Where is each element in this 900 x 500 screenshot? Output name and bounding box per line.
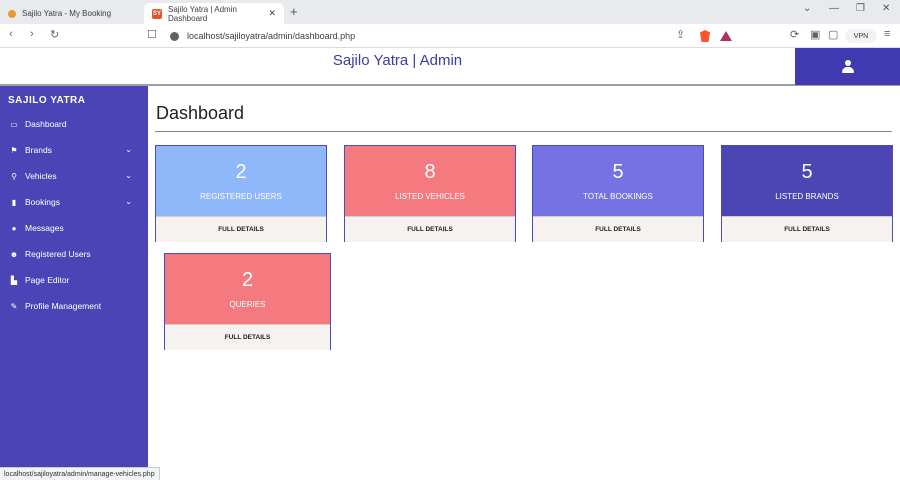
sidebar-item-page-editor[interactable]: ▙ Page Editor	[0, 270, 148, 290]
sidebar-item-label: Vehicles	[25, 171, 57, 181]
full-details-link[interactable]: FULL DETAILS	[533, 216, 703, 242]
close-window-button[interactable]: ✕	[882, 3, 890, 14]
app-header: Sajilo Yatra | Admin	[0, 48, 900, 86]
tab-title: Sajilo Yatra | Admin Dashboard	[168, 4, 237, 23]
card-body: 5 TOTAL BOOKINGS	[533, 146, 703, 216]
edit-icon: ✎	[10, 301, 18, 311]
sidebar-toggle-icon[interactable]: ▣	[810, 28, 820, 41]
full-details-link[interactable]: FULL DETAILS	[345, 216, 515, 242]
wallet-icon[interactable]: ▢	[828, 28, 838, 41]
card-body: 5 LISTED BRANDS	[722, 146, 892, 216]
address-bar[interactable]: localhost/sajiloyatra/admin/dashboard.ph…	[170, 27, 740, 45]
card-label: REGISTERED USERS	[200, 192, 282, 201]
title-divider	[155, 131, 892, 132]
maximize-button[interactable]: ❐	[856, 3, 865, 14]
flag-icon: ⚑	[10, 145, 18, 155]
tab-search-chevron-icon[interactable]: ⌄	[803, 3, 811, 14]
stat-card-registered-users: 2 REGISTERED USERS FULL DETAILS	[155, 145, 327, 242]
reload-icon[interactable]: ↻	[50, 28, 59, 41]
minimize-button[interactable]: —	[829, 3, 839, 14]
sidebar-item-messages[interactable]: ● Messages	[0, 218, 148, 238]
site-info-icon[interactable]	[170, 31, 179, 41]
stat-card-total-bookings: 5 TOTAL BOOKINGS FULL DETAILS	[532, 145, 704, 242]
browser-toolbar: ‹ › ↻ ☐ localhost/sajiloyatra/admin/dash…	[0, 24, 900, 48]
stat-card-listed-brands: 5 LISTED BRANDS FULL DETAILS	[721, 145, 893, 242]
card-value: 5	[612, 161, 624, 183]
browser-tab-admin-dashboard[interactable]: SY Sajilo Yatra | Admin Dashboard ✕	[144, 3, 284, 24]
sidebar-item-registered-users[interactable]: ☻ Registered Users	[0, 244, 148, 264]
share-icon[interactable]: ⇪	[676, 28, 685, 41]
card-value: 8	[424, 161, 436, 183]
chevron-down-icon: ⌄	[125, 171, 132, 180]
card-body: 2 QUERIES	[165, 254, 330, 324]
back-icon[interactable]: ‹	[9, 28, 13, 40]
sidebar-item-profile-management[interactable]: ✎ Profile Management	[0, 296, 148, 316]
sidebar-item-label: Messages	[25, 223, 64, 233]
book-icon: ▮	[11, 197, 17, 207]
stat-card-listed-vehicles: 8 LISTED VEHICLES FULL DETAILS	[344, 145, 516, 242]
sidebar-item-brands[interactable]: ⚑ Brands ⌄	[0, 140, 148, 160]
brave-rewards-icon[interactable]	[720, 31, 732, 41]
stat-card-queries: 2 QUERIES FULL DETAILS	[164, 253, 331, 350]
sidebar-item-label: Registered Users	[25, 249, 91, 259]
full-details-link[interactable]: FULL DETAILS	[722, 216, 892, 242]
user-menu-button[interactable]	[795, 48, 900, 85]
browser-tab-my-booking[interactable]: Sajilo Yatra - My Booking	[0, 3, 142, 24]
full-details-link[interactable]: FULL DETAILS	[165, 324, 330, 350]
vpn-label: VPN	[853, 32, 869, 40]
card-label: QUERIES	[229, 300, 266, 309]
close-tab-icon[interactable]: ✕	[268, 8, 276, 19]
chevron-down-icon: ⌄	[125, 197, 132, 206]
bookmark-icon[interactable]: ☐	[147, 28, 157, 41]
menu-icon[interactable]: ≡	[884, 28, 890, 40]
new-tab-button[interactable]: +	[290, 4, 298, 19]
file-edit-icon: ▙	[10, 275, 18, 285]
sidebar-item-vehicles[interactable]: ⚲ Vehicles ⌄	[0, 166, 148, 186]
monitor-icon: ▭	[10, 119, 18, 129]
card-body: 2 REGISTERED USERS	[156, 146, 326, 216]
sidebar: SAJILO YATRA ▭ Dashboard ⚑ Brands ⌄ ⚲ Ve…	[0, 86, 148, 467]
sidebar-item-dashboard[interactable]: ▭ Dashboard	[0, 114, 148, 134]
sidebar-item-label: Bookings	[25, 197, 60, 207]
browser-tab-bar: Sajilo Yatra - My Booking SY Sajilo Yatr…	[0, 0, 900, 24]
site-favicon-icon: SY	[152, 8, 162, 19]
tab-title: Sajilo Yatra - My Booking	[22, 9, 112, 18]
vpn-button[interactable]: VPN	[845, 29, 877, 43]
sidebar-item-label: Profile Management	[25, 301, 102, 311]
sidebar-item-label: Brands	[25, 145, 52, 155]
sidebar-brand: SAJILO YATRA	[8, 95, 86, 106]
comment-icon: ●	[11, 223, 17, 233]
link-status-bar: localhost/sajiloyatra/admin/manage-vehic…	[0, 467, 160, 480]
app-title: Sajilo Yatra | Admin	[332, 52, 463, 69]
card-value: 5	[801, 161, 813, 183]
extensions-icon[interactable]: ⟳	[790, 28, 799, 41]
card-label: TOTAL BOOKINGS	[583, 192, 653, 201]
brave-shields-icon[interactable]	[700, 30, 710, 42]
sidebar-item-label: Dashboard	[25, 119, 67, 129]
card-value: 2	[241, 269, 254, 291]
card-value: 2	[235, 161, 247, 183]
motorcycle-icon: ⚲	[11, 171, 17, 181]
sidebar-item-label: Page Editor	[25, 275, 70, 285]
users-icon: ☻	[9, 249, 19, 259]
url-text: localhost/sajiloyatra/admin/dashboard.ph…	[187, 31, 356, 41]
full-details-link[interactable]: FULL DETAILS	[156, 216, 326, 242]
forward-icon[interactable]: ›	[30, 28, 34, 40]
sidebar-item-bookings[interactable]: ▮ Bookings ⌄	[0, 192, 148, 212]
site-favicon-icon	[8, 9, 16, 18]
chevron-down-icon: ⌄	[125, 145, 132, 154]
page-title: Dashboard	[156, 103, 245, 123]
card-label: LISTED VEHICLES	[395, 192, 465, 201]
user-icon	[841, 59, 855, 74]
card-body: 8 LISTED VEHICLES	[345, 146, 515, 216]
card-label: LISTED BRANDS	[775, 192, 839, 201]
